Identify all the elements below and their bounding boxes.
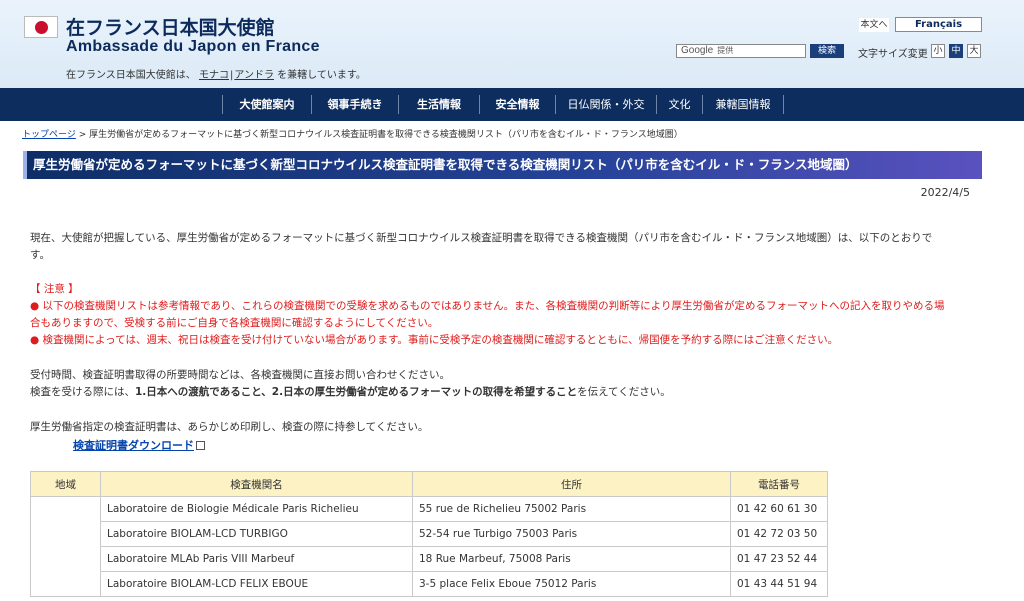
notice-item-1: ● 以下の検査機関リストは参考情報であり、これらの検査機関での受験を求めるもので… <box>30 300 945 312</box>
lab-name-cell: Laboratoire BIOLAM-LCD TURBIGO <box>100 521 413 547</box>
search-button[interactable]: 検索 <box>810 44 844 58</box>
lab-list-table: 地域 検査機関名 住所 電話番号 Laboratoire de Biologie… <box>30 471 828 597</box>
nav-divider <box>783 95 784 114</box>
phone-cell: 01 43 44 51 94 <box>730 571 828 597</box>
region-cell <box>30 496 101 597</box>
site-header: 在フランス日本国大使館 Ambassade du Japon en France… <box>0 0 1024 88</box>
certificate-download-link[interactable]: 検査証明書ダウンロード <box>73 437 205 453</box>
address-cell: 18 Rue Marbeuf, 75008 Paris <box>412 546 731 572</box>
page-title: 厚生労働省が定めるフォーマットに基づく新型コロナウイルス検査証明書を取得できる検… <box>23 151 982 179</box>
nav-item-culture[interactable]: 文化 <box>657 88 702 121</box>
header-phone: 電話番号 <box>730 471 828 497</box>
font-size-medium-button[interactable]: 中 <box>949 44 963 58</box>
table-row: Laboratoire de Biologie Médicale Paris R… <box>30 496 828 597</box>
skip-to-content-link[interactable]: 本文へ <box>859 18 889 32</box>
breadcrumb-current: > 厚生労働省が定めるフォーマットに基づく新型コロナウイルス検査証明書を取得でき… <box>75 130 683 140</box>
publish-date: 2022/4/5 <box>920 186 970 199</box>
google-logo: Google <box>681 45 714 56</box>
table-row: Laboratoire MLAb Paris VIII Marbeuf 18 R… <box>31 546 828 572</box>
header-address: 住所 <box>412 471 731 497</box>
font-size-label: 文字サイズ変更 <box>858 49 928 60</box>
notice-item-2: ● 検査機関によっては、週末、祝日は検査を受け付けていない場合があります。事前に… <box>30 334 839 346</box>
address-cell: 55 rue de Richelieu 75002 Paris <box>412 496 731 522</box>
site-title-jp[interactable]: 在フランス日本国大使館 <box>66 13 275 40</box>
lab-name-cell: Laboratoire BIOLAM-LCD FELIX EBOUE <box>100 571 413 597</box>
address-cell: 3-5 place Felix Eboue 75012 Paris <box>412 571 731 597</box>
header-lab-name: 検査機関名 <box>100 471 413 497</box>
phone-cell: 01 42 60 61 30 <box>730 496 828 522</box>
breadcrumb-home-link[interactable]: トップページ <box>22 130 76 140</box>
font-size-large-button[interactable]: 大 <box>967 44 981 58</box>
notice-heading: 【 注意 】 <box>30 283 79 295</box>
header-region: 地域 <box>30 471 101 497</box>
nav-item-relations[interactable]: 日仏関係・外交 <box>556 88 656 121</box>
monaco-link[interactable]: モナコ <box>199 70 229 81</box>
site-title-fr[interactable]: Ambassade du Japon en France <box>66 38 320 56</box>
nav-item-living[interactable]: 生活情報 <box>399 88 479 121</box>
phone-cell: 01 47 23 52 44 <box>730 546 828 572</box>
french-language-button[interactable]: Français <box>895 17 982 32</box>
nav-item-consular[interactable]: 領事手続き <box>312 88 398 121</box>
table-row: Laboratoire BIOLAM-LCD TURBIGO 52-54 rue… <box>31 521 828 547</box>
lab-name-cell: Laboratoire MLAb Paris VIII Marbeuf <box>100 546 413 572</box>
nav-item-jurisdiction[interactable]: 兼轄国情報 <box>703 88 783 121</box>
search-input[interactable]: Google 提供 <box>676 44 806 58</box>
lab-name-cell: Laboratoire de Biologie Médicale Paris R… <box>100 496 413 522</box>
font-size-small-button[interactable]: 小 <box>931 44 945 58</box>
phone-cell: 01 42 72 03 50 <box>730 521 828 547</box>
address-cell: 52-54 rue Turbigo 75003 Paris <box>412 521 731 547</box>
notice-block: 【 注意 】 ● 以下の検査機関リストは参考情報であり、これらの検査機関での受験… <box>30 281 974 349</box>
external-link-icon <box>196 441 205 450</box>
japan-flag-icon <box>24 16 58 38</box>
nav-item-safety[interactable]: 安全情報 <box>480 88 555 121</box>
nav-item-embassy[interactable]: 大使館案内 <box>223 88 311 121</box>
main-nav: 大使館案内 領事手続き 生活情報 安全情報 日仏関係・外交 文化 兼轄国情報 <box>0 88 1024 121</box>
andorra-link[interactable]: アンドラ <box>234 70 274 81</box>
jurisdiction-note: 在フランス日本国大使館は、 モナコ|アンドラ を兼轄しています。 <box>66 70 366 81</box>
table-row: Laboratoire BIOLAM-LCD FELIX EBOUE 3-5 p… <box>31 571 828 597</box>
intro-text: 現在、大使館が把握している、厚生労働省が定めるフォーマットに基づく新型コロナウイ… <box>30 232 933 261</box>
contact-text: 受付時間、検査証明書取得の所要時間などは、各検査機関に直接お問い合わせください。… <box>30 369 671 398</box>
print-note: 厚生労働省指定の検査証明書は、あらかじめ印刷し、検査の際に持参してください。 <box>30 421 429 433</box>
breadcrumb: トップページ > 厚生労働省が定めるフォーマットに基づく新型コロナウイルス検査証… <box>22 127 683 140</box>
